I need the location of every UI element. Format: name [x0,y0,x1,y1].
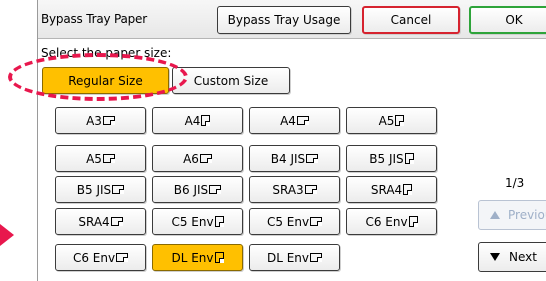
next-label: Next [509,250,537,264]
ok-button[interactable]: OK [469,6,546,34]
paper-size-label: B5 JIS [76,182,112,197]
paper-size-button[interactable]: C5 Env [249,208,340,235]
paper-size-button[interactable]: A4 [249,107,340,134]
landscape-paper-icon [310,217,323,226]
paper-size-label: C5 Env [171,214,214,229]
paper-size-label: B5 JIS [369,151,404,166]
paper-size-label: A3 [86,113,102,128]
previous-button[interactable]: Previous [478,200,546,230]
paper-size-label: A5 [86,151,102,166]
landscape-paper-icon [310,253,323,262]
paper-size-label: B4 JIS [270,151,306,166]
paper-size-label: C6 Env [72,250,116,265]
landscape-paper-icon [102,116,115,125]
portrait-paper-icon [214,252,224,263]
landscape-paper-icon [306,154,319,163]
paper-size-button[interactable]: SRA4 [55,208,146,235]
previous-label: Previous [508,208,546,222]
paper-size-button[interactable]: B5 JIS [346,145,437,172]
next-button[interactable]: Next [478,242,546,272]
paper-size-button[interactable]: DL Env [152,244,243,271]
select-paper-size-prompt: Select the paper size: [41,46,172,60]
paper-size-button[interactable]: A4 [152,107,243,134]
paper-size-label: DL Env [171,250,214,265]
portrait-paper-icon [408,216,418,227]
paper-size-label: A5 [378,113,395,128]
landscape-paper-icon [110,217,123,226]
landscape-paper-icon [304,185,317,194]
paper-size-button[interactable]: B6 JIS [152,176,243,203]
up-arrow-icon [490,211,500,219]
paper-size-button[interactable]: B4 JIS [249,145,340,172]
paper-size-label: SRA4 [78,214,110,229]
cancel-button[interactable]: Cancel [362,6,460,34]
pointer-arrow-icon [0,224,14,246]
paper-size-button[interactable]: A5 [346,107,437,134]
paper-size-button[interactable]: C6 Env [346,208,437,235]
paper-size-button[interactable]: SRA4 [346,176,437,203]
paper-size-button[interactable]: A3 [55,107,146,134]
landscape-paper-icon [112,185,125,194]
portrait-paper-icon [214,216,224,227]
landscape-paper-icon [102,154,115,163]
paper-size-label: A4 [184,113,201,128]
landscape-paper-icon [209,185,222,194]
regular-size-button[interactable]: Regular Size [42,67,169,94]
paper-size-label: DL Env [266,250,310,265]
down-arrow-icon [490,253,500,261]
portrait-paper-icon [403,184,413,195]
landscape-paper-icon [116,253,129,262]
paper-size-label: C5 Env [266,214,310,229]
paper-size-label: A4 [280,113,296,128]
bypass-tray-usage-button[interactable]: Bypass Tray Usage [217,6,351,34]
paper-size-label: C6 Env [365,214,408,229]
portrait-paper-icon [201,115,211,126]
paper-size-button[interactable]: SRA3 [249,176,340,203]
portrait-paper-icon [395,115,405,126]
custom-size-button[interactable]: Custom Size [172,67,290,94]
paper-size-label: B6 JIS [173,182,209,197]
paper-size-button[interactable]: A5 [55,145,146,172]
paper-size-label: SRA4 [370,182,403,197]
paper-size-button[interactable]: A6 [152,145,243,172]
landscape-paper-icon [296,116,309,125]
paper-size-button[interactable]: B5 JIS [55,176,146,203]
paper-size-button[interactable]: C5 Env [152,208,243,235]
settings-panel [37,0,546,281]
landscape-paper-icon [199,154,212,163]
paper-size-label: A6 [183,151,199,166]
portrait-paper-icon [404,153,414,164]
page-indicator: 1/3 [505,176,525,190]
paper-size-label: SRA3 [272,182,304,197]
paper-size-button[interactable]: DL Env [249,244,340,271]
paper-size-button[interactable]: C6 Env [55,244,146,271]
page-title: Bypass Tray Paper [41,12,147,26]
